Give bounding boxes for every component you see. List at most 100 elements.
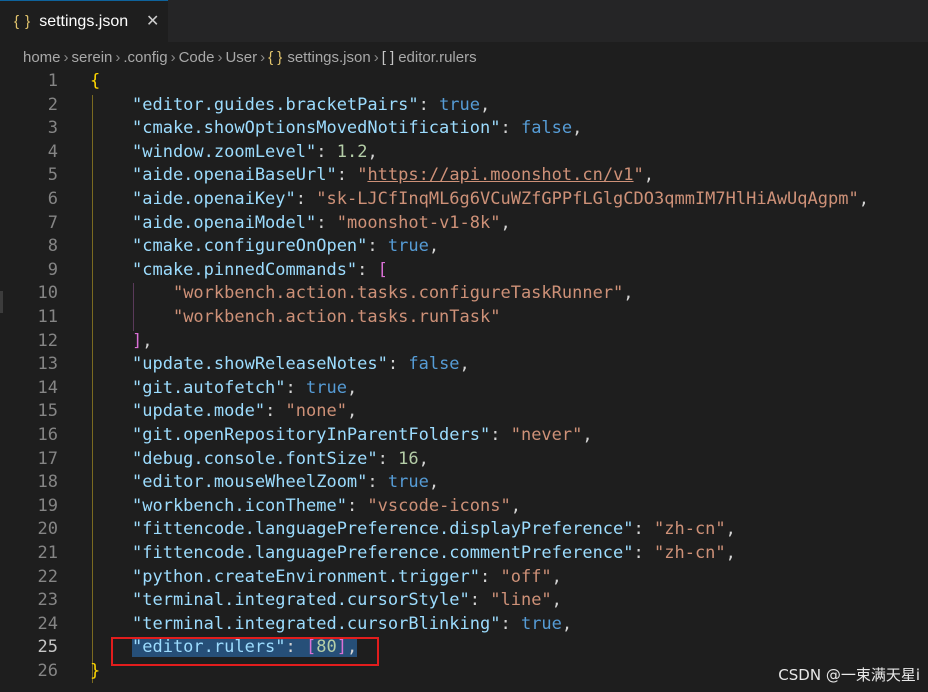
- code-text: "aide.openaiKey": "sk-LJCfInqML6g6VCuWZf…: [132, 188, 869, 212]
- code-token: :: [500, 613, 521, 634]
- code-token: "editor.guides.bracketPairs": [132, 94, 419, 115]
- code-text: "git.openRepositoryInParentFolders": "ne…: [132, 424, 593, 448]
- line-number: 12: [37, 330, 58, 351]
- code-token: "update.mode": [132, 401, 266, 422]
- code-line[interactable]: 23 "terminal.integrated.cursorStyle": "li…: [0, 589, 928, 613]
- code-token: ,: [459, 354, 470, 375]
- line-number: 17: [37, 448, 58, 469]
- breadcrumb-item-symbol[interactable]: editor.rulers: [398, 49, 476, 66]
- breadcrumb-item-file[interactable]: settings.json: [287, 49, 370, 66]
- code-token: true: [306, 377, 347, 398]
- line-number: 25: [37, 637, 58, 658]
- code-token: :: [633, 519, 654, 540]
- code-line[interactable]: 13 "update.showReleaseNotes": false,: [0, 353, 928, 377]
- code-token: :: [357, 259, 378, 280]
- code-text: "update.showReleaseNotes": false,: [132, 353, 470, 377]
- breadcrumb-item-serein[interactable]: serein: [72, 49, 113, 66]
- code-editor[interactable]: 1{2 "editor.guides.bracketPairs": true, 3 "…: [0, 70, 928, 692]
- code-line[interactable]: 17 "debug.console.fontSize": 16,: [0, 448, 928, 472]
- code-token: ,: [551, 566, 562, 587]
- code-token: :: [367, 472, 388, 493]
- code-line[interactable]: 16 "git.openRepositoryInParentFolders": "…: [0, 424, 928, 448]
- code-token: :: [295, 189, 317, 209]
- code-token: :: [316, 141, 337, 162]
- code-line[interactable]: 19 "workbench.iconTheme": "vscode-icons",: [0, 495, 928, 519]
- code-token: false: [520, 118, 573, 139]
- code-text: "cmake.configureOnOpen": true,: [132, 235, 439, 259]
- code-token: ,: [510, 495, 521, 516]
- code-line[interactable]: 14 "git.autofetch": true,: [0, 377, 928, 401]
- line-number: 15: [37, 401, 58, 422]
- code-token: true: [520, 613, 562, 634]
- code-token: ": [357, 165, 368, 186]
- code-line[interactable]: 20 "fittencode.languagePreference.display…: [0, 518, 928, 542]
- code-token: true: [439, 94, 481, 115]
- breadcrumb-item-config[interactable]: .config: [123, 49, 167, 66]
- code-token: ,: [725, 519, 736, 540]
- code-token: "fittencode.languagePreference.displayPr…: [132, 519, 634, 540]
- line-number: 18: [37, 472, 58, 493]
- code-token: :: [633, 543, 654, 563]
- code-token: "terminal.integrated.cursorStyle": [132, 590, 470, 611]
- breadcrumb-item-code[interactable]: Code: [179, 49, 215, 66]
- code-text: "python.createEnvironment.trigger": "off…: [132, 566, 562, 590]
- tab-settings-json[interactable]: { } settings.json ✕: [0, 0, 168, 42]
- code-line[interactable]: 18 "editor.mouseWheelZoom": true,: [0, 471, 928, 495]
- code-text: ],: [132, 330, 153, 354]
- code-token: "workbench.iconTheme": [132, 495, 347, 516]
- code-line[interactable]: 21 "fittencode.languagePreference.comment…: [0, 542, 928, 566]
- breadcrumb-item-home[interactable]: home: [23, 49, 61, 66]
- code-line[interactable]: 2 "editor.guides.bracketPairs": true,: [0, 94, 928, 118]
- code-token: true: [387, 236, 429, 257]
- chevron-right-icon: ›: [373, 48, 379, 66]
- code-token: https://api.moonshot.cn/v1: [367, 165, 634, 186]
- code-token: "never": [510, 425, 583, 445]
- code-line[interactable]: 5 "aide.openaiBaseUrl": "https://api.moon…: [0, 164, 928, 188]
- code-token: ,: [623, 283, 634, 304]
- code-text: "cmake.showOptionsMovedNotification": fa…: [132, 117, 582, 141]
- code-token: "git.autofetch": [132, 377, 286, 398]
- close-icon[interactable]: ✕: [146, 11, 159, 31]
- code-token: "update.showReleaseNotes": [132, 354, 388, 375]
- breadcrumb-item-user[interactable]: User: [225, 49, 257, 66]
- code-text: "editor.mouseWheelZoom": true,: [132, 471, 439, 495]
- code-token: "zh-cn": [654, 543, 726, 563]
- code-line[interactable]: 9 "cmake.pinnedCommands": [: [0, 259, 928, 283]
- line-number: 14: [37, 377, 58, 398]
- code-token: "cmake.configureOnOpen": [132, 236, 368, 257]
- code-token: "aide.openaiBaseUrl": [132, 165, 337, 186]
- code-token: "python.createEnvironment.trigger": [132, 566, 480, 587]
- code-line[interactable]: 11 "workbench.action.tasks.runTask": [0, 306, 928, 330]
- code-line[interactable]: 15 "update.mode": "none",: [0, 400, 928, 424]
- line-number: 2: [47, 94, 58, 115]
- code-line[interactable]: 6 "aide.openaiKey": "sk-LJCfInqML6g6VCuWZ…: [0, 188, 928, 212]
- line-number: 6: [47, 189, 58, 209]
- code-line[interactable]: 3 "cmake.showOptionsMovedNotification": f…: [0, 117, 928, 141]
- code-line[interactable]: 4 "window.zoomLevel": 1.2,: [0, 141, 928, 165]
- line-number: 5: [47, 165, 58, 186]
- code-line[interactable]: 8 "cmake.configureOnOpen": true,: [0, 235, 928, 259]
- code-token: :: [346, 495, 368, 516]
- code-token: [: [377, 259, 388, 280]
- code-line[interactable]: 10 "workbench.action.tasks.configureTask…: [0, 282, 928, 306]
- code-line[interactable]: 7 "aide.openaiModel": "moonshot-v1-8k",: [0, 212, 928, 236]
- code-token: ,: [572, 118, 583, 139]
- tab-bar: { } settings.json ✕: [0, 0, 928, 42]
- json-braces-icon: { }: [14, 13, 32, 30]
- code-line[interactable]: 24 "terminal.integrated.cursorBlinking": …: [0, 613, 928, 637]
- code-token: ,: [428, 236, 440, 257]
- line-number: 16: [37, 425, 58, 445]
- code-token: "zh-cn": [654, 519, 726, 540]
- code-line[interactable]: 22 "python.createEnvironment.trigger": "o…: [0, 566, 928, 590]
- code-line[interactable]: 12],: [0, 330, 928, 354]
- code-token: ,: [346, 377, 358, 398]
- code-text: "workbench.iconTheme": "vscode-icons",: [132, 495, 521, 519]
- line-number: 10: [37, 283, 58, 304]
- code-text: "workbench.action.tasks.configureTaskRun…: [132, 282, 634, 306]
- line-number: 7: [47, 212, 58, 233]
- line-number: 23: [37, 590, 58, 611]
- code-line[interactable]: 1{: [0, 70, 928, 94]
- highlight-box: [111, 637, 379, 666]
- line-number: 20: [37, 519, 58, 540]
